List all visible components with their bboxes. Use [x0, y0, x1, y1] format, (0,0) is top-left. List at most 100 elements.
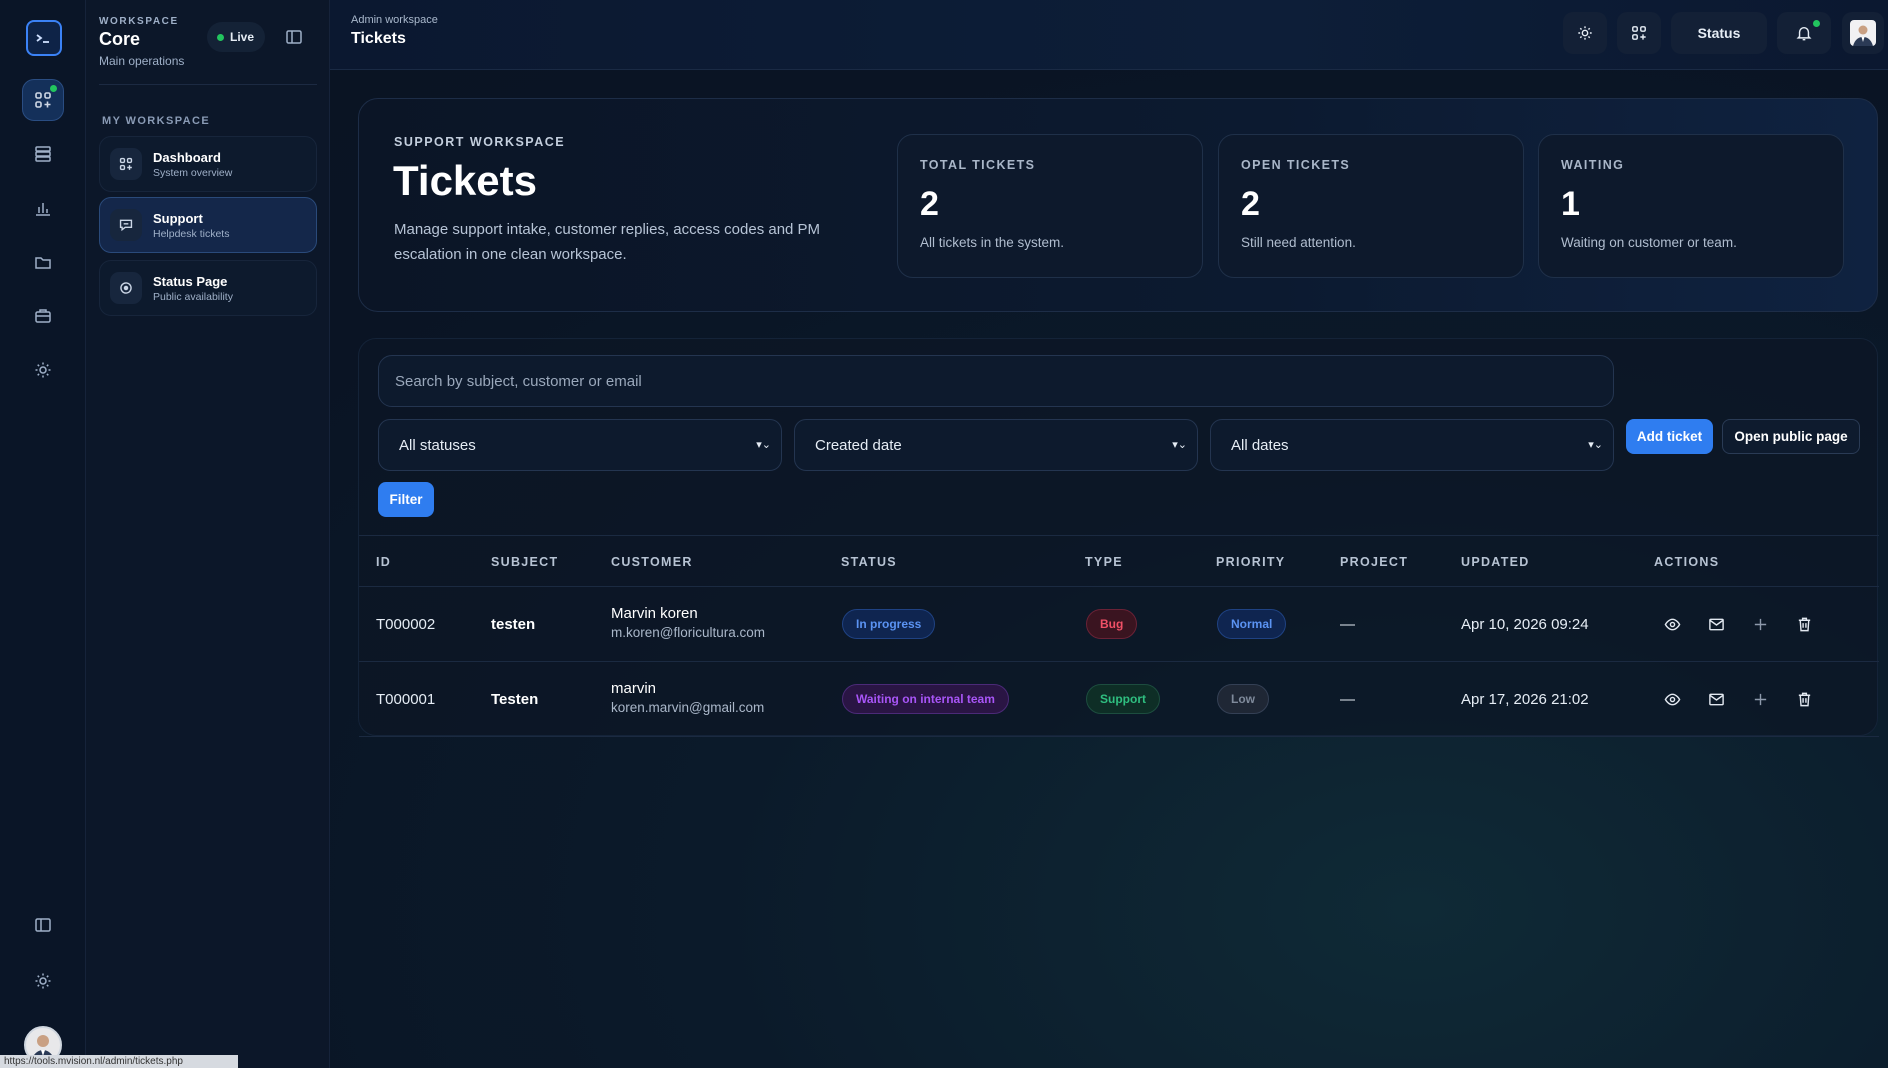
customer-name: marvin	[611, 680, 657, 697]
column-header[interactable]: PROJECT	[1340, 555, 1408, 569]
stat-value: 2	[920, 185, 939, 223]
ticket-project: —	[1340, 616, 1355, 633]
customer-email: m.koren@floricultura.com	[611, 625, 765, 640]
sort-select[interactable]: Created date ▾⌄	[794, 419, 1198, 471]
sidebar-item-sub: System overview	[153, 166, 233, 179]
user-avatar-button[interactable]	[1842, 12, 1884, 54]
ticket-customer: Marvin koren m.koren@floricultura.com	[611, 605, 765, 640]
avatar	[1850, 20, 1876, 46]
view-eye-icon[interactable]	[1662, 689, 1682, 709]
sidebar-item-dashboard[interactable]: Dashboard System overview	[99, 136, 317, 192]
column-header[interactable]: PRIORITY	[1216, 555, 1285, 569]
hero-eyebrow: SUPPORT WORKSPACE	[394, 135, 566, 149]
stat-desc: Still need attention.	[1241, 235, 1356, 250]
workspace-title: Core	[99, 29, 141, 49]
customer-name: Marvin koren	[611, 605, 698, 622]
theme-toggle-button[interactable]	[1563, 12, 1607, 54]
trash-icon[interactable]	[1794, 689, 1814, 709]
live-label: Live	[230, 30, 255, 44]
ticket-customer: marvin koren.marvin@gmail.com	[611, 680, 764, 715]
workspace-eyebrow: WORKSPACE	[99, 16, 179, 27]
column-header: ACTIONS	[1654, 555, 1720, 569]
sidebar-item-status-page[interactable]: Status Page Public availability	[99, 260, 317, 316]
stat-value: 2	[1241, 185, 1260, 223]
ticket-project: —	[1340, 691, 1355, 708]
terminal-logo-icon[interactable]	[26, 20, 62, 56]
status-badge: In progress	[842, 609, 936, 639]
page-title: Tickets	[351, 30, 406, 47]
briefcase-icon[interactable]	[22, 295, 64, 337]
tickets-panel: Search by subject, customer or email All…	[358, 338, 1879, 737]
mail-icon[interactable]	[1706, 614, 1726, 634]
column-header[interactable]: SUBJECT	[491, 555, 558, 569]
apps-icon[interactable]	[22, 79, 64, 121]
sidebar-item-label: Support	[153, 210, 203, 226]
live-badge: Live	[207, 22, 266, 52]
sun-icon[interactable]	[22, 349, 64, 391]
priority-badge: Low	[1217, 684, 1269, 714]
hero-card: SUPPORT WORKSPACE Tickets Manage support…	[358, 98, 1878, 312]
stat-card-waiting: WAITING 1 Waiting on customer or team.	[1538, 134, 1844, 278]
ticket-subject[interactable]: Testen	[491, 691, 538, 708]
stat-card-open: OPEN TICKETS 2 Still need attention.	[1218, 134, 1524, 278]
ticket-id: T000001	[376, 691, 436, 708]
table-header: ID SUBJECT CUSTOMER STATUS TYPE PRIORITY…	[359, 535, 1879, 587]
stat-value: 1	[1561, 185, 1580, 223]
mail-icon[interactable]	[1706, 689, 1726, 709]
chat-icon	[110, 209, 142, 241]
sort-select-value: Created date	[815, 436, 902, 454]
open-public-page-button[interactable]: Open public page	[1722, 419, 1860, 454]
ticket-subject[interactable]: testen	[491, 616, 535, 633]
sidebar-item-label: Dashboard	[153, 149, 221, 165]
chevron-down-icon: ▾⌄	[1172, 439, 1187, 451]
plus-icon[interactable]	[1750, 614, 1770, 634]
sidebar-item-sub: Helpdesk tickets	[153, 227, 230, 240]
apps-icon	[110, 148, 142, 180]
theme-sun-icon[interactable]	[22, 960, 64, 1002]
column-header[interactable]: ID	[376, 555, 391, 569]
status-select-value: All statuses	[399, 436, 476, 454]
status-button[interactable]: Status	[1671, 12, 1767, 54]
column-header[interactable]: CUSTOMER	[611, 555, 693, 569]
add-ticket-button[interactable]: Add ticket	[1626, 419, 1713, 454]
search-input[interactable]: Search by subject, customer or email	[378, 355, 1614, 407]
filter-button[interactable]: Filter	[378, 482, 434, 517]
chevron-down-icon: ▾⌄	[756, 439, 771, 451]
sidebar-item-sub: Public availability	[153, 290, 233, 303]
stat-label: WAITING	[1561, 158, 1625, 172]
apps-button[interactable]	[1617, 12, 1661, 54]
plus-icon[interactable]	[1750, 689, 1770, 709]
column-header[interactable]: STATUS	[841, 555, 897, 569]
stat-desc: Waiting on customer or team.	[1561, 235, 1737, 250]
hero-title: Tickets	[393, 157, 537, 204]
status-select[interactable]: All statuses ▾⌄	[378, 419, 782, 471]
stat-label: OPEN TICKETS	[1241, 158, 1351, 172]
table-row[interactable]: T000002 testen Marvin koren m.koren@flor…	[359, 587, 1879, 662]
live-dot-icon	[217, 33, 224, 41]
view-eye-icon[interactable]	[1662, 614, 1682, 634]
ticket-updated: Apr 17, 2026 21:02	[1461, 691, 1589, 708]
ticket-id: T000002	[376, 616, 436, 633]
folder-icon[interactable]	[22, 241, 64, 283]
sidebar-item-support[interactable]: Support Helpdesk tickets	[99, 197, 317, 253]
divider	[99, 84, 317, 85]
hero-description: Manage support intake, customer replies,…	[394, 221, 821, 263]
status-bar-url: https://tools.mvision.nl/admin/tickets.p…	[0, 1055, 238, 1068]
sidebar-item-label: Status Page	[153, 273, 228, 289]
section-title: MY WORKSPACE	[102, 115, 211, 127]
notifications-button[interactable]	[1777, 12, 1831, 54]
table-row[interactable]: T000001 Testen marvin koren.marvin@gmail…	[359, 662, 1879, 737]
server-icon[interactable]	[22, 133, 64, 175]
chevron-down-icon: ▾⌄	[1588, 439, 1603, 451]
sidebar-toggle-icon[interactable]	[22, 904, 64, 946]
column-header[interactable]: UPDATED	[1461, 555, 1530, 569]
stat-card-total: TOTAL TICKETS 2 All tickets in the syste…	[897, 134, 1203, 278]
bell-icon	[1796, 26, 1812, 41]
collapse-sidebar-icon[interactable]	[285, 28, 303, 46]
status-badge: Waiting on internal team	[842, 684, 1009, 714]
column-header[interactable]: TYPE	[1085, 555, 1123, 569]
bar-chart-icon[interactable]	[22, 187, 64, 229]
breadcrumb[interactable]: Admin workspace	[351, 14, 438, 26]
date-select[interactable]: All dates ▾⌄	[1210, 419, 1614, 471]
trash-icon[interactable]	[1794, 614, 1814, 634]
